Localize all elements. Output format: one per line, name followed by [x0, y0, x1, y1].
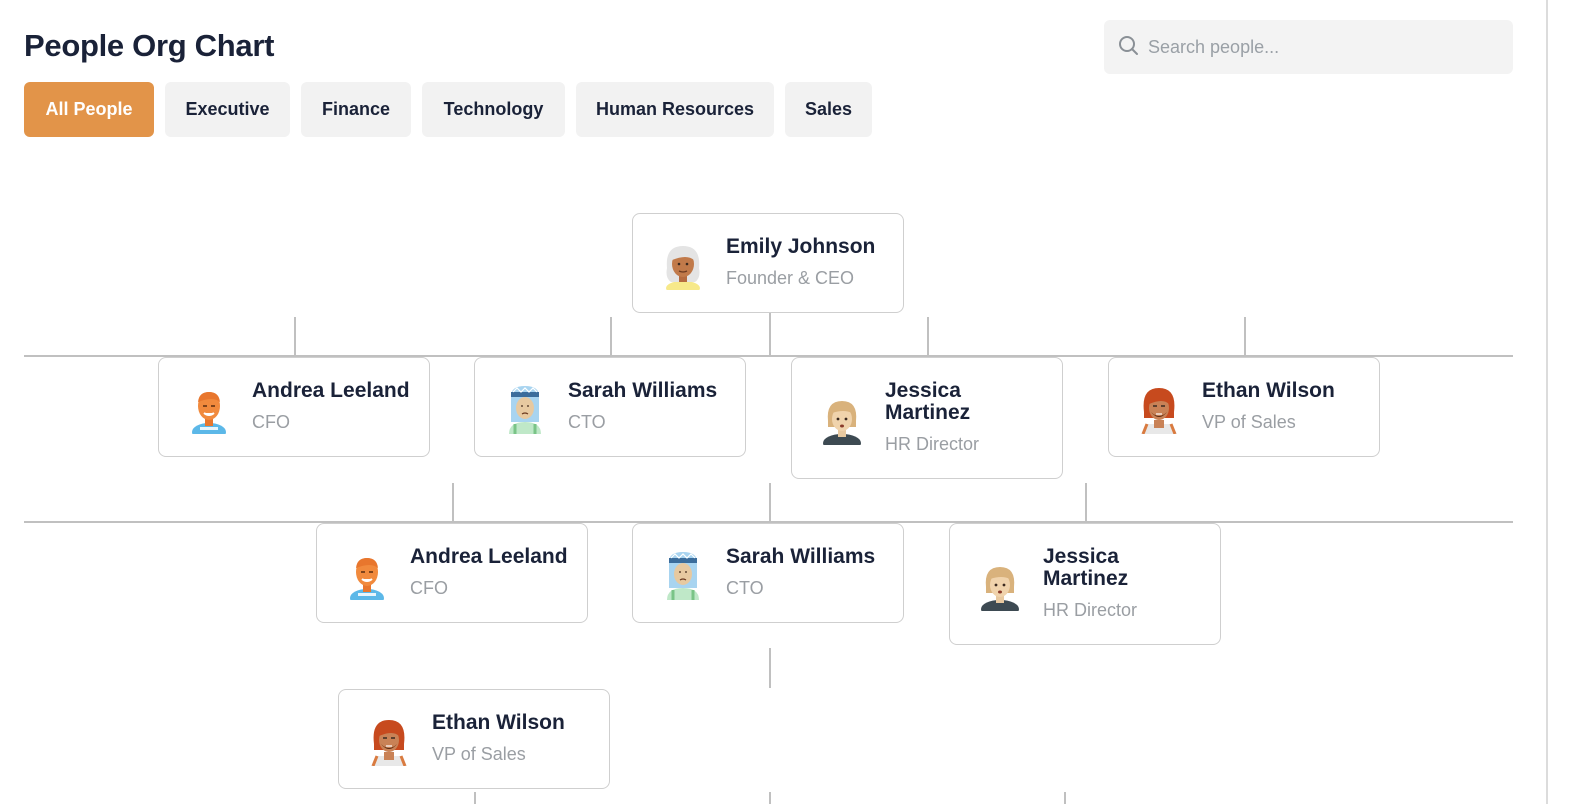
search-icon: [1119, 36, 1138, 55]
person-role: VP of Sales: [1202, 412, 1296, 432]
tab-executive[interactable]: Executive: [165, 82, 290, 137]
search-input[interactable]: [1148, 20, 1498, 74]
person-name: Jessica Martinez: [1043, 545, 1129, 590]
avatar: [816, 393, 868, 445]
avatar: [1133, 382, 1185, 434]
person-name: Sarah Williams: [726, 545, 876, 568]
tab-human-resources[interactable]: Human Resources: [576, 82, 774, 137]
connector-vertical: [769, 792, 771, 804]
avatar: [657, 238, 709, 290]
person-role: VP of Sales: [432, 744, 526, 764]
tab-technology[interactable]: Technology: [422, 82, 565, 137]
connector-vertical: [1064, 792, 1066, 804]
connector-vertical: [769, 648, 771, 688]
person-card-ethan-wilson[interactable]: Ethan Wilson VP of Sales: [1108, 357, 1380, 457]
tab-sales[interactable]: Sales: [785, 82, 872, 137]
connector-vertical: [927, 317, 929, 356]
person-name: Andrea Leeland: [252, 379, 410, 402]
connector-vertical: [769, 313, 771, 356]
person-role: CTO: [568, 412, 606, 432]
tab-finance[interactable]: Finance: [301, 82, 411, 137]
person-card-sarah-williams[interactable]: Sarah Williams CTO: [474, 357, 746, 457]
person-role: CTO: [726, 578, 764, 598]
avatar: [363, 714, 415, 766]
avatar: [974, 559, 1026, 611]
avatar: [499, 382, 551, 434]
search-box[interactable]: [1104, 20, 1513, 74]
person-role: HR Director: [1043, 600, 1138, 620]
person-card-jessica-martinez[interactable]: Jessica Martinez HR Director: [949, 523, 1221, 645]
connector-vertical: [452, 483, 454, 522]
person-name: Jessica Martinez: [885, 379, 971, 424]
person-card-andrea-leeland[interactable]: Andrea Leeland CFO: [158, 357, 430, 457]
avatar: [657, 548, 709, 600]
person-card-andrea-leeland[interactable]: Andrea Leeland CFO: [316, 523, 588, 623]
person-role: Founder & CEO: [726, 268, 855, 288]
connector-vertical: [1085, 483, 1087, 522]
page-title: People Org Chart: [24, 28, 275, 63]
person-role: HR Director: [885, 434, 980, 454]
connector-vertical: [474, 792, 476, 804]
connector-vertical: [769, 483, 771, 522]
person-card-jessica-martinez[interactable]: Jessica Martinez HR Director: [791, 357, 1063, 479]
person-role: CFO: [252, 412, 290, 432]
person-card-sarah-williams[interactable]: Sarah Williams CTO: [632, 523, 904, 623]
avatar: [183, 382, 235, 434]
connector-vertical: [294, 317, 296, 356]
scrollbar[interactable]: [1546, 0, 1548, 804]
person-name: Emily Johnson: [726, 235, 876, 258]
person-card-ethan-wilson[interactable]: Ethan Wilson VP of Sales: [338, 689, 610, 789]
person-name: Andrea Leeland: [410, 545, 568, 568]
avatar: [341, 548, 393, 600]
person-name: Sarah Williams: [568, 379, 718, 402]
person-role: CFO: [410, 578, 448, 598]
person-name: Ethan Wilson: [1202, 379, 1335, 402]
connector-vertical: [610, 317, 612, 356]
connector-vertical: [1244, 317, 1246, 356]
person-card-emily-johnson[interactable]: Emily Johnson Founder & CEO: [632, 213, 904, 313]
tab-all-people[interactable]: All People: [24, 82, 154, 137]
person-name: Ethan Wilson: [432, 711, 565, 734]
